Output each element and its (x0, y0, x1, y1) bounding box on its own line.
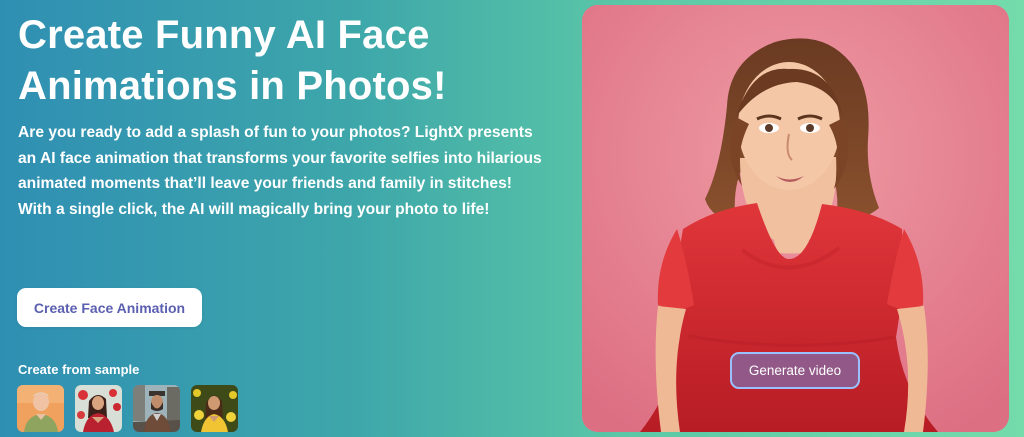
sample-thumbnail-woman-yellow-flowers[interactable] (191, 385, 238, 432)
sample-thumbnail-icon (191, 385, 238, 432)
sample-thumbnail-woman-red-flowers[interactable] (75, 385, 122, 432)
sample-thumbnails (17, 385, 238, 432)
sample-section-label: Create from sample (18, 362, 140, 377)
sample-thumbnail-man-city[interactable] (133, 385, 180, 432)
preview-card: Generate video (582, 5, 1009, 432)
page-title: Create Funny AI Face Animations in Photo… (18, 13, 447, 108)
create-face-animation-button[interactable]: Create Face Animation (17, 288, 202, 327)
sample-thumbnail-icon (75, 385, 122, 432)
generate-video-button[interactable]: Generate video (730, 352, 860, 389)
sample-thumbnail-icon (17, 385, 64, 432)
sample-thumbnail-older-man[interactable] (17, 385, 64, 432)
sample-thumbnail-icon (133, 385, 180, 432)
hero-description: Are you ready to add a splash of fun to … (18, 124, 542, 218)
